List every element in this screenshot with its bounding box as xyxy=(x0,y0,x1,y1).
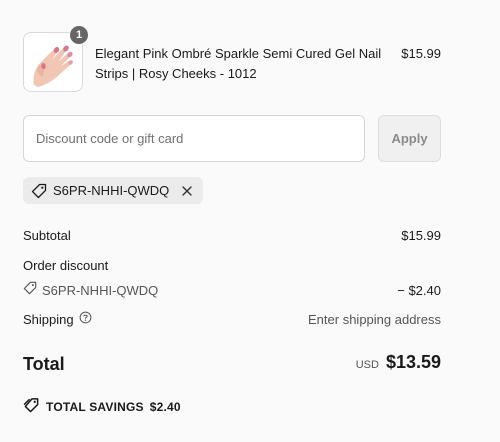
apply-discount-button[interactable]: Apply xyxy=(378,115,441,162)
product-price: $15.99 xyxy=(401,46,441,61)
discount-code-row: S6PR-NHHI-QWDQ − $2.40 xyxy=(23,281,441,300)
cart-line-item: 1 Elegant Pink Ombré Sparkle Semi Cured … xyxy=(23,25,441,92)
shipping-value: Enter shipping address xyxy=(308,312,441,327)
tag-icon xyxy=(31,183,47,199)
total-savings: TOTAL SAVINGS $2.40 xyxy=(23,397,181,417)
shipping-row: Shipping Enter shipping address xyxy=(23,311,441,329)
help-circle-icon[interactable] xyxy=(79,311,92,329)
savings-tag-icon xyxy=(23,397,40,417)
subtotal-value: $15.99 xyxy=(401,228,441,243)
total-label: Total xyxy=(23,353,65,374)
order-summary: 1 Elegant Pink Ombré Sparkle Semi Cured … xyxy=(0,0,500,442)
discount-code-label: S6PR-NHHI-QWDQ xyxy=(42,282,159,298)
product-title: Elegant Pink Ombré Sparkle Semi Cured Ge… xyxy=(95,46,382,81)
close-icon[interactable] xyxy=(181,185,193,197)
total-savings-value: $2.40 xyxy=(149,400,181,414)
currency-code: USD xyxy=(355,359,379,371)
quantity-badge: 1 xyxy=(69,25,89,45)
applied-discount-code: S6PR-NHHI-QWDQ xyxy=(53,183,170,198)
total-amount: $13.59 xyxy=(385,352,441,372)
discount-value: − $2.40 xyxy=(397,282,441,298)
applied-discount-chip: S6PR-NHHI-QWDQ xyxy=(23,177,204,204)
discount-code-input[interactable] xyxy=(23,115,365,162)
subtotal-row: Subtotal $15.99 xyxy=(23,227,441,245)
order-discount-label: Order discount xyxy=(23,258,109,273)
subtotal-label: Subtotal xyxy=(23,228,71,243)
total-row: Total USD $13.59 xyxy=(23,353,441,374)
total-savings-label: TOTAL SAVINGS xyxy=(46,400,144,414)
tag-icon xyxy=(23,281,37,300)
shipping-label: Shipping xyxy=(23,312,74,327)
order-discount-row: Order discount xyxy=(23,257,441,275)
